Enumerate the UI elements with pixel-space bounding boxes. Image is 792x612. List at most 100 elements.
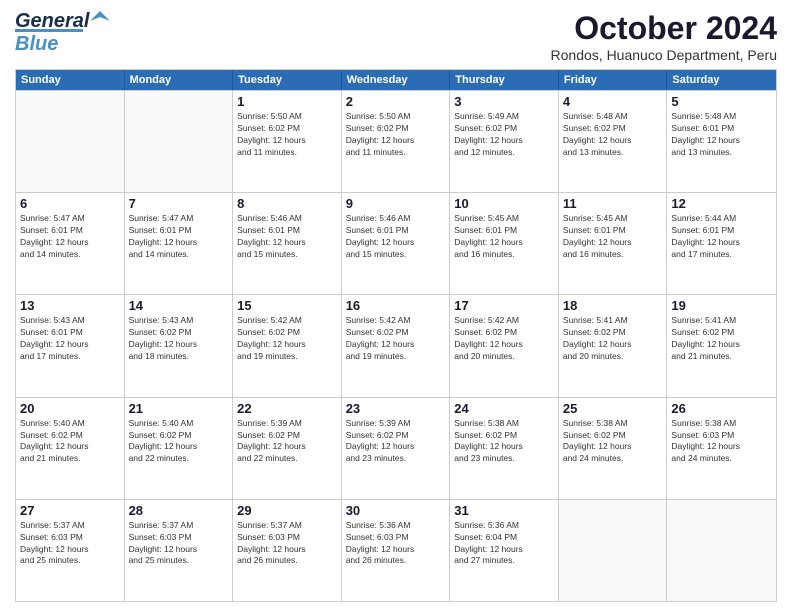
day-info: Sunrise: 5:37 AM Sunset: 6:03 PM Dayligh… bbox=[237, 520, 337, 568]
calendar-cell: 28Sunrise: 5:37 AM Sunset: 6:03 PM Dayli… bbox=[125, 500, 234, 601]
header-friday: Friday bbox=[559, 70, 668, 90]
day-number: 5 bbox=[671, 94, 772, 109]
logo-blue: Blue bbox=[15, 33, 58, 55]
header-tuesday: Tuesday bbox=[233, 70, 342, 90]
page: General Blue October 2024 Rondos, Huanuc… bbox=[0, 0, 792, 612]
day-info: Sunrise: 5:36 AM Sunset: 6:04 PM Dayligh… bbox=[454, 520, 554, 568]
day-number: 1 bbox=[237, 94, 337, 109]
day-number: 18 bbox=[563, 298, 663, 313]
day-info: Sunrise: 5:39 AM Sunset: 6:02 PM Dayligh… bbox=[237, 418, 337, 466]
calendar-cell bbox=[16, 91, 125, 192]
calendar-cell: 13 Sunrise: 5:43 AM Sunset: 6:01 PM Dayli… bbox=[16, 295, 125, 396]
calendar-cell: 22 Sunrise: 5:39 AM Sunset: 6:02 PM Dayli… bbox=[233, 398, 342, 499]
day-number: 15 bbox=[237, 298, 337, 313]
day-info: Sunrise: 5:42 AM Sunset: 6:02 PM Dayligh… bbox=[454, 315, 554, 363]
day-number: 2 bbox=[346, 94, 446, 109]
header-sunday: Sunday bbox=[16, 70, 125, 90]
day-info: Sunrise: 5:40 AM Sunset: 6:02 PM Dayligh… bbox=[129, 418, 229, 466]
day-number: 24 bbox=[454, 401, 554, 416]
location: Rondos, Huanuco Department, Peru bbox=[551, 47, 777, 63]
calendar-cell: 1 Sunrise: 5:50 AM Sunset: 6:02 PM Daylig… bbox=[233, 91, 342, 192]
day-number: 26 bbox=[671, 401, 772, 416]
calendar-row-0: 1 Sunrise: 5:50 AM Sunset: 6:02 PM Daylig… bbox=[16, 90, 776, 192]
calendar-row-1: 6 Sunrise: 5:47 AM Sunset: 6:01 PM Daylig… bbox=[16, 192, 776, 294]
day-number: 20 bbox=[20, 401, 120, 416]
day-info: Sunrise: 5:43 AM Sunset: 6:02 PM Dayligh… bbox=[129, 315, 229, 363]
day-info: Sunrise: 5:46 AM Sunset: 6:01 PM Dayligh… bbox=[237, 213, 337, 261]
day-number: 16 bbox=[346, 298, 446, 313]
calendar-cell: 31 Sunrise: 5:36 AM Sunset: 6:04 PM Dayli… bbox=[450, 500, 559, 601]
day-number: 30 bbox=[346, 503, 446, 518]
day-number: 17 bbox=[454, 298, 554, 313]
day-number: 3 bbox=[454, 94, 554, 109]
day-number: 4 bbox=[563, 94, 663, 109]
day-info: Sunrise: 5:41 AM Sunset: 6:02 PM Dayligh… bbox=[563, 315, 663, 363]
calendar-cell: 8Sunrise: 5:46 AM Sunset: 6:01 PM Daylig… bbox=[233, 193, 342, 294]
title-block: October 2024 Rondos, Huanuco Department,… bbox=[551, 10, 777, 63]
calendar-cell: 4Sunrise: 5:48 AM Sunset: 6:02 PM Daylig… bbox=[559, 91, 668, 192]
calendar-cell: 6 Sunrise: 5:47 AM Sunset: 6:01 PM Daylig… bbox=[16, 193, 125, 294]
day-info: Sunrise: 5:45 AM Sunset: 6:01 PM Dayligh… bbox=[454, 213, 554, 261]
calendar-cell: 3 Sunrise: 5:49 AM Sunset: 6:02 PM Daylig… bbox=[450, 91, 559, 192]
day-info: Sunrise: 5:44 AM Sunset: 6:01 PM Dayligh… bbox=[671, 213, 772, 261]
calendar-cell: 24Sunrise: 5:38 AM Sunset: 6:02 PM Dayli… bbox=[450, 398, 559, 499]
day-number: 6 bbox=[20, 196, 120, 211]
day-number: 21 bbox=[129, 401, 229, 416]
day-number: 9 bbox=[346, 196, 446, 211]
day-info: Sunrise: 5:46 AM Sunset: 6:01 PM Dayligh… bbox=[346, 213, 446, 261]
day-number: 12 bbox=[671, 196, 772, 211]
calendar-cell: 15 Sunrise: 5:42 AM Sunset: 6:02 PM Dayli… bbox=[233, 295, 342, 396]
day-info: Sunrise: 5:43 AM Sunset: 6:01 PM Dayligh… bbox=[20, 315, 120, 363]
calendar-cell: 19Sunrise: 5:41 AM Sunset: 6:02 PM Dayli… bbox=[667, 295, 776, 396]
calendar-cell: 7Sunrise: 5:47 AM Sunset: 6:01 PM Daylig… bbox=[125, 193, 234, 294]
calendar-cell: 23Sunrise: 5:39 AM Sunset: 6:02 PM Dayli… bbox=[342, 398, 451, 499]
calendar-cell bbox=[125, 91, 234, 192]
calendar-row-4: 27 Sunrise: 5:37 AM Sunset: 6:03 PM Dayli… bbox=[16, 499, 776, 601]
calendar-cell: 12 Sunrise: 5:44 AM Sunset: 6:01 PM Dayli… bbox=[667, 193, 776, 294]
day-info: Sunrise: 5:38 AM Sunset: 6:02 PM Dayligh… bbox=[563, 418, 663, 466]
day-number: 31 bbox=[454, 503, 554, 518]
day-info: Sunrise: 5:49 AM Sunset: 6:02 PM Dayligh… bbox=[454, 111, 554, 159]
calendar-body: 1 Sunrise: 5:50 AM Sunset: 6:02 PM Daylig… bbox=[16, 90, 776, 601]
header-saturday: Saturday bbox=[667, 70, 776, 90]
day-number: 11 bbox=[563, 196, 663, 211]
day-info: Sunrise: 5:50 AM Sunset: 6:02 PM Dayligh… bbox=[237, 111, 337, 159]
day-info: Sunrise: 5:45 AM Sunset: 6:01 PM Dayligh… bbox=[563, 213, 663, 261]
day-number: 13 bbox=[20, 298, 120, 313]
calendar-cell: 25 Sunrise: 5:38 AM Sunset: 6:02 PM Dayli… bbox=[559, 398, 668, 499]
calendar-cell: 10 Sunrise: 5:45 AM Sunset: 6:01 PM Dayli… bbox=[450, 193, 559, 294]
calendar-cell: 18 Sunrise: 5:41 AM Sunset: 6:02 PM Dayli… bbox=[559, 295, 668, 396]
logo-bird-icon bbox=[90, 11, 112, 31]
day-info: Sunrise: 5:36 AM Sunset: 6:03 PM Dayligh… bbox=[346, 520, 446, 568]
day-number: 7 bbox=[129, 196, 229, 211]
calendar-header: Sunday Monday Tuesday Wednesday Thursday… bbox=[16, 70, 776, 90]
calendar-cell bbox=[667, 500, 776, 601]
day-info: Sunrise: 5:42 AM Sunset: 6:02 PM Dayligh… bbox=[237, 315, 337, 363]
calendar-cell: 2 Sunrise: 5:50 AM Sunset: 6:02 PM Daylig… bbox=[342, 91, 451, 192]
day-info: Sunrise: 5:47 AM Sunset: 6:01 PM Dayligh… bbox=[20, 213, 120, 261]
calendar-cell: 20 Sunrise: 5:40 AM Sunset: 6:02 PM Dayli… bbox=[16, 398, 125, 499]
logo: General Blue bbox=[15, 10, 112, 56]
day-number: 25 bbox=[563, 401, 663, 416]
calendar-row-3: 20 Sunrise: 5:40 AM Sunset: 6:02 PM Dayli… bbox=[16, 397, 776, 499]
day-number: 10 bbox=[454, 196, 554, 211]
calendar-cell: 26 Sunrise: 5:38 AM Sunset: 6:03 PM Dayli… bbox=[667, 398, 776, 499]
day-number: 23 bbox=[346, 401, 446, 416]
day-number: 19 bbox=[671, 298, 772, 313]
calendar-cell: 30 Sunrise: 5:36 AM Sunset: 6:03 PM Dayli… bbox=[342, 500, 451, 601]
calendar: Sunday Monday Tuesday Wednesday Thursday… bbox=[15, 69, 777, 602]
day-info: Sunrise: 5:38 AM Sunset: 6:03 PM Dayligh… bbox=[671, 418, 772, 466]
calendar-cell: 21 Sunrise: 5:40 AM Sunset: 6:02 PM Dayli… bbox=[125, 398, 234, 499]
calendar-cell: 11 Sunrise: 5:45 AM Sunset: 6:01 PM Dayli… bbox=[559, 193, 668, 294]
calendar-cell: 9 Sunrise: 5:46 AM Sunset: 6:01 PM Daylig… bbox=[342, 193, 451, 294]
calendar-row-2: 13 Sunrise: 5:43 AM Sunset: 6:01 PM Dayli… bbox=[16, 294, 776, 396]
day-number: 29 bbox=[237, 503, 337, 518]
calendar-cell: 14 Sunrise: 5:43 AM Sunset: 6:02 PM Dayli… bbox=[125, 295, 234, 396]
day-number: 22 bbox=[237, 401, 337, 416]
day-info: Sunrise: 5:40 AM Sunset: 6:02 PM Dayligh… bbox=[20, 418, 120, 466]
day-number: 27 bbox=[20, 503, 120, 518]
calendar-cell bbox=[559, 500, 668, 601]
day-info: Sunrise: 5:50 AM Sunset: 6:02 PM Dayligh… bbox=[346, 111, 446, 159]
header: General Blue October 2024 Rondos, Huanuc… bbox=[15, 10, 777, 63]
day-number: 14 bbox=[129, 298, 229, 313]
